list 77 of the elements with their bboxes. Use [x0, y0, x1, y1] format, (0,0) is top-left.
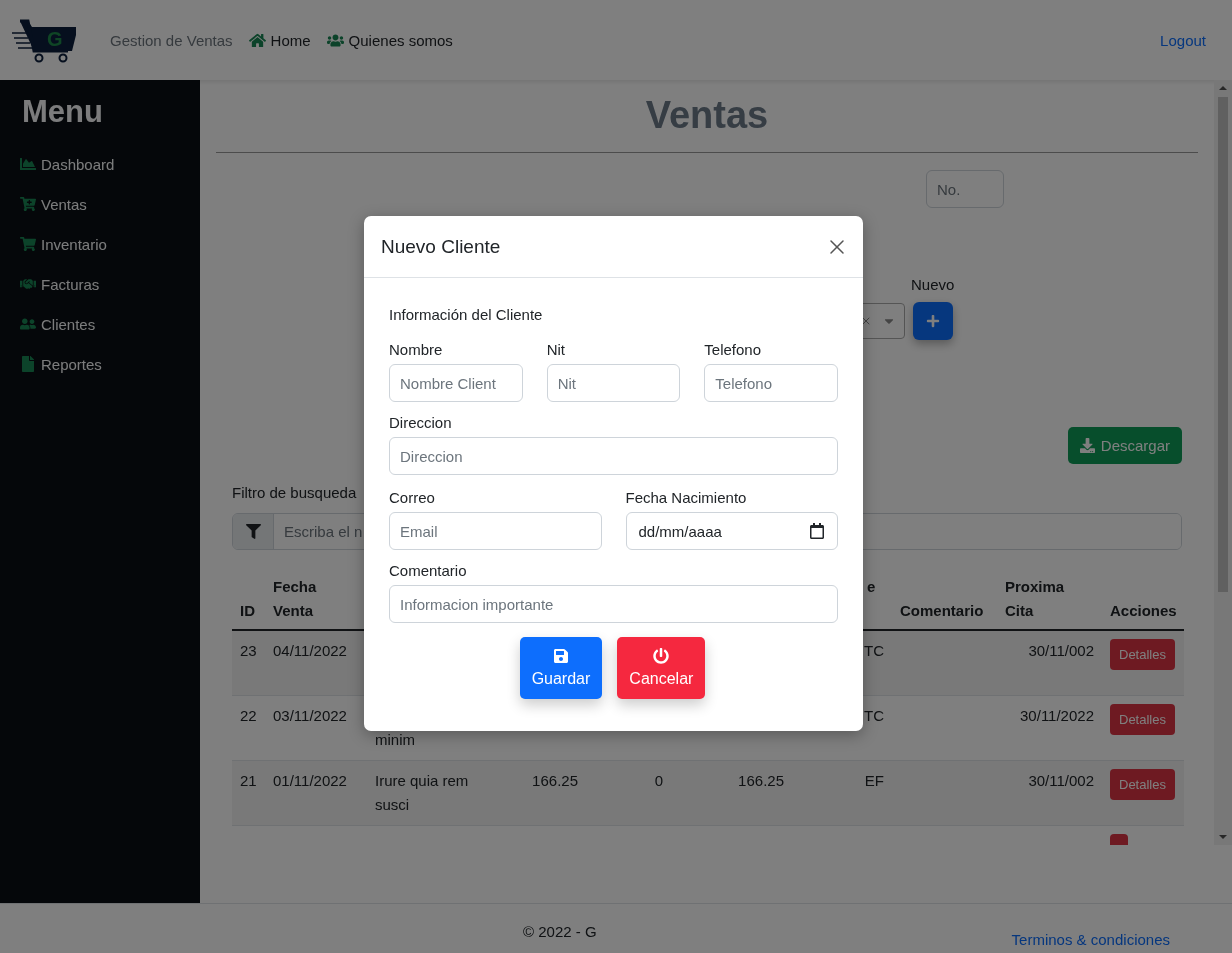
power-icon: [653, 648, 670, 664]
column-header: Acciones: [1110, 602, 1177, 619]
nav-link[interactable]: Quienes somos: [326, 31, 453, 49]
file-icon: [20, 356, 36, 372]
sidebar-item[interactable]: Facturas: [20, 264, 200, 304]
table-cell: Irure quia rem susci: [375, 771, 469, 813]
download-button[interactable]: Descargar: [1067, 427, 1182, 464]
column-header: Proxima: [1005, 578, 1065, 595]
table-cell: 04/11/2022: [273, 642, 347, 659]
calendar-icon[interactable]: [809, 523, 825, 539]
input-field[interactable]: Direccion: [389, 437, 838, 475]
column-header: Cita: [1005, 602, 1034, 619]
sidebar-item[interactable]: Ventas: [20, 184, 200, 224]
table-cell: 22: [240, 706, 257, 724]
details-button[interactable]: Detalles: [1110, 639, 1175, 670]
field-label: Correo: [389, 489, 436, 506]
column-header: e: [867, 578, 876, 595]
field-label: Nombre: [389, 341, 444, 358]
table-cell: 166.25: [532, 771, 578, 789]
chart-icon: [20, 156, 36, 172]
cart-plus-icon: [20, 196, 36, 212]
new-label: Nuevo: [911, 276, 955, 293]
date-field[interactable]: dd/mm/aaaa: [625, 512, 838, 550]
sidebar-item[interactable]: Inventario: [20, 224, 200, 264]
cart-icon: [20, 236, 36, 252]
save-button[interactable]: Guardar: [519, 637, 603, 699]
scrollbar[interactable]: [1214, 80, 1232, 845]
table-cell: TC: [864, 706, 884, 724]
handshake-icon: [20, 276, 36, 292]
table-cell: EF: [864, 771, 884, 789]
section-label: Información del Cliente: [389, 306, 544, 323]
column-header: Venta: [273, 602, 314, 619]
filter-label: Filtro de busqueda: [232, 484, 357, 501]
details-button[interactable]: Detalles: [1110, 768, 1175, 800]
number-field[interactable]: No.: [926, 170, 1004, 208]
copyright-text: © 2022 - G: [523, 923, 597, 942]
table-cell: 0: [654, 771, 664, 789]
menu-title: Menu: [22, 94, 104, 130]
field-label: Nit: [546, 341, 566, 358]
column-header: Fecha: [273, 578, 317, 595]
column-header: ID: [240, 602, 255, 619]
page-title: Ventas: [644, 93, 770, 138]
input-field[interactable]: Email: [389, 512, 602, 550]
logout-link[interactable]: Logout: [1160, 31, 1206, 49]
field-label: Direccion: [389, 414, 453, 431]
input-field[interactable]: Nit: [546, 364, 681, 402]
table-cell: 166.25: [738, 771, 784, 789]
table-cell: 30/11/002: [1028, 771, 1094, 789]
table-cell: 30/11/002: [1028, 642, 1094, 659]
field-label: Comentario: [389, 562, 468, 579]
column-header: Comentario: [900, 602, 984, 619]
download-icon: [1079, 438, 1095, 453]
terms-link[interactable]: Terminos & condiciones: [1011, 931, 1170, 953]
table-cell: minim: [375, 730, 415, 748]
table-cell: TC: [864, 642, 884, 659]
brand-link[interactable]: Gestion de Ventas: [110, 31, 233, 49]
field-label: Fecha Nacimiento: [625, 489, 748, 506]
input-field[interactable]: Nombre Client: [389, 364, 523, 402]
table-cell: 03/11/2022: [273, 706, 347, 724]
sidebar-item[interactable]: Dashboard: [20, 144, 200, 184]
table-cell: 23: [240, 642, 257, 659]
sidebar-item[interactable]: Reportes: [20, 344, 200, 384]
cancel-button[interactable]: Cancelar: [617, 637, 706, 699]
plus-icon: [926, 314, 940, 328]
input-field[interactable]: Telefono: [704, 364, 838, 402]
sidebar-item[interactable]: Clientes: [20, 304, 200, 344]
table-cell: 21: [240, 771, 257, 789]
dialog-title: Nuevo Cliente: [381, 235, 501, 258]
users-icon: [20, 316, 36, 332]
nav-link[interactable]: Home: [248, 31, 311, 49]
field-label: Telefono: [704, 341, 763, 358]
table-cell: 01/11/2022: [273, 771, 347, 789]
table-cell: 30/11/2022: [1020, 706, 1094, 724]
input-field[interactable]: Informacion importante: [389, 585, 838, 623]
house-icon: [248, 31, 266, 49]
add-button[interactable]: [913, 302, 953, 340]
details-button[interactable]: Detalles: [1110, 703, 1175, 735]
